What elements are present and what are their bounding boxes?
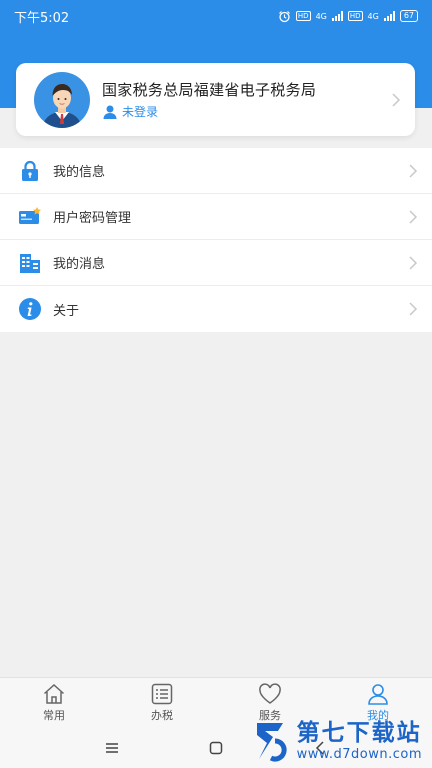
status-icons: HD 4G HD 4G 67	[278, 10, 418, 23]
menu-label-my-info: 我的信息	[53, 165, 106, 180]
avatar	[34, 71, 90, 128]
list-icon	[151, 683, 173, 704]
tab-label-tax: 办税	[151, 708, 173, 722]
settings-menu: 我的信息 用户密码管理 我的消息 关于	[0, 148, 432, 332]
user-icon	[368, 683, 388, 705]
menu-icon[interactable]	[104, 740, 120, 756]
message-building-icon	[20, 253, 40, 273]
status-time: 下午5:02	[14, 10, 70, 26]
tab-label-common: 常用	[43, 708, 65, 722]
heart-icon	[259, 682, 281, 704]
chevron-right-icon	[392, 92, 401, 107]
info-icon	[19, 298, 41, 320]
chevron-right-icon	[409, 302, 418, 316]
watermark-title: 第七下载站	[296, 719, 422, 746]
signal-icon-2	[383, 11, 395, 21]
tab-common[interactable]: 常用	[0, 678, 108, 727]
menu-item-messages[interactable]: 我的消息	[0, 240, 432, 286]
status-bar: 下午5:02 HD 4G HD 4G 67	[0, 0, 432, 32]
chevron-right-icon	[409, 209, 418, 224]
hd-badge-2: HD	[347, 11, 363, 21]
menu-item-about[interactable]: 关于	[0, 286, 432, 332]
menu-item-my-info[interactable]: 我的信息	[0, 148, 432, 194]
battery-icon: 67	[399, 10, 418, 22]
tab-tax[interactable]: 办税	[108, 678, 216, 727]
watermark: 第七下载站 www.d7down.com	[251, 718, 422, 764]
user-icon	[103, 105, 117, 119]
password-card-icon	[19, 206, 41, 224]
watermark-subtitle: www.d7down.com	[296, 746, 422, 762]
login-status-row: 未登录	[102, 103, 391, 120]
watermark-text: 第七下载站 www.d7down.com	[296, 719, 422, 762]
lock-icon	[22, 160, 38, 181]
watermark-logo-icon	[256, 723, 287, 762]
home-button-icon[interactable]	[208, 740, 224, 756]
hd-badge: HD	[295, 11, 311, 21]
bureau-name: 国家税务总局福建省电子税务局	[102, 81, 317, 99]
chevron-right-icon	[409, 255, 418, 270]
menu-label-about: 关于	[53, 303, 80, 319]
menu-item-password[interactable]: 用户密码管理	[0, 194, 432, 240]
profile-card[interactable]: 国家税务总局福建省电子税务局 未登录	[16, 63, 415, 136]
login-status: 未登录	[122, 105, 159, 119]
signal-icon	[331, 11, 343, 21]
alarm-icon	[278, 10, 290, 22]
network-type-2: 4G	[367, 11, 379, 21]
chevron-right-icon	[409, 163, 418, 178]
profile-info: 国家税务总局福建省电子税务局 未登录	[102, 79, 391, 120]
network-type: 4G	[315, 11, 327, 21]
menu-label-password: 用户密码管理	[53, 211, 132, 226]
menu-label-messages: 我的消息	[53, 257, 106, 272]
home-icon	[43, 683, 65, 704]
